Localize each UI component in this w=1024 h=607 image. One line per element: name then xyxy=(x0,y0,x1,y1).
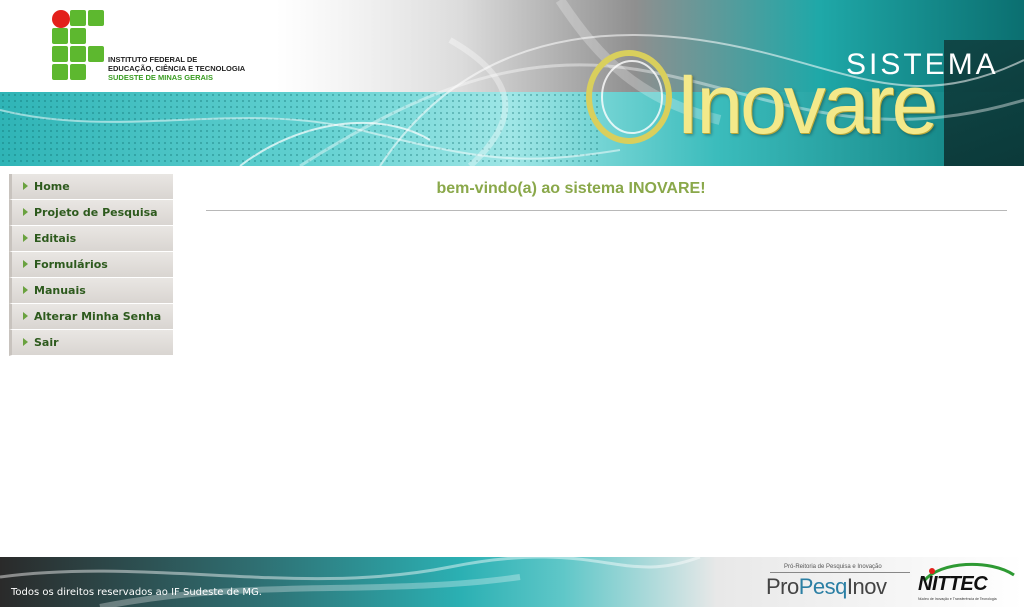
sidebar-item-home[interactable]: Home xyxy=(9,174,173,200)
sidebar-item-sair[interactable]: Sair xyxy=(9,330,173,356)
sidebar-item-label: Home xyxy=(34,180,70,193)
nittec-subtitle: Núcleo de Inovação e Transferência de Te… xyxy=(918,597,997,601)
chevron-right-icon xyxy=(23,286,28,294)
sidebar-item-alterar-minha-senha[interactable]: Alterar Minha Senha xyxy=(9,304,173,330)
chevron-right-icon xyxy=(23,208,28,216)
sidebar-item-label: Manuais xyxy=(34,284,86,297)
welcome-heading: bem-vindo(a) ao sistema INOVARE! xyxy=(436,180,706,197)
sidebar-item-label: Alterar Minha Senha xyxy=(34,310,162,323)
footer: Todos os direitos reservados ao IF Sudes… xyxy=(0,557,1024,607)
sidebar-item-manuais[interactable]: Manuais xyxy=(9,278,173,304)
sidebar-item-label: Editais xyxy=(34,232,77,245)
sidebar-item-editais[interactable]: Editais xyxy=(9,226,173,252)
propesqinov-logo[interactable]: ProPesqInov xyxy=(766,574,887,600)
page: INSTITUTO FEDERAL DE EDUCAÇÃO, CIÊNCIA E… xyxy=(0,0,1024,607)
divider xyxy=(206,210,1007,211)
institution-logo[interactable]: INSTITUTO FEDERAL DE EDUCAÇÃO, CIÊNCIA E… xyxy=(52,10,252,85)
chevron-right-icon xyxy=(23,338,28,346)
header-banner: INSTITUTO FEDERAL DE EDUCAÇÃO, CIÊNCIA E… xyxy=(0,0,1024,166)
brand-ring-icon xyxy=(586,50,672,144)
chevron-right-icon xyxy=(23,312,28,320)
nittec-logo[interactable]: NITTEC xyxy=(918,573,988,596)
sidebar-item-label: Formulários xyxy=(34,258,108,271)
institution-name: INSTITUTO FEDERAL DE EDUCAÇÃO, CIÊNCIA E… xyxy=(108,55,246,82)
sidebar-item-label: Sair xyxy=(34,336,59,349)
sidebar-item-projeto-de-pesquisa[interactable]: Projeto de Pesquisa xyxy=(9,200,173,226)
brand-inovare-text: Inovare xyxy=(676,57,938,151)
sidebar-item-label: Projeto de Pesquisa xyxy=(34,206,158,219)
sidebar-item-formularios[interactable]: Formulários xyxy=(9,252,173,278)
chevron-right-icon xyxy=(23,260,28,268)
logo-red-dot xyxy=(52,10,70,28)
chevron-right-icon xyxy=(23,182,28,190)
copyright-text: Todos os direitos reservados ao IF Sudes… xyxy=(11,587,262,598)
sidebar-nav: Home Projeto de Pesquisa Editais Formulá… xyxy=(9,174,173,356)
propesqinov-subtitle: Pró-Reitoria de Pesquisa e Inovação xyxy=(784,564,882,570)
chevron-right-icon xyxy=(23,234,28,242)
